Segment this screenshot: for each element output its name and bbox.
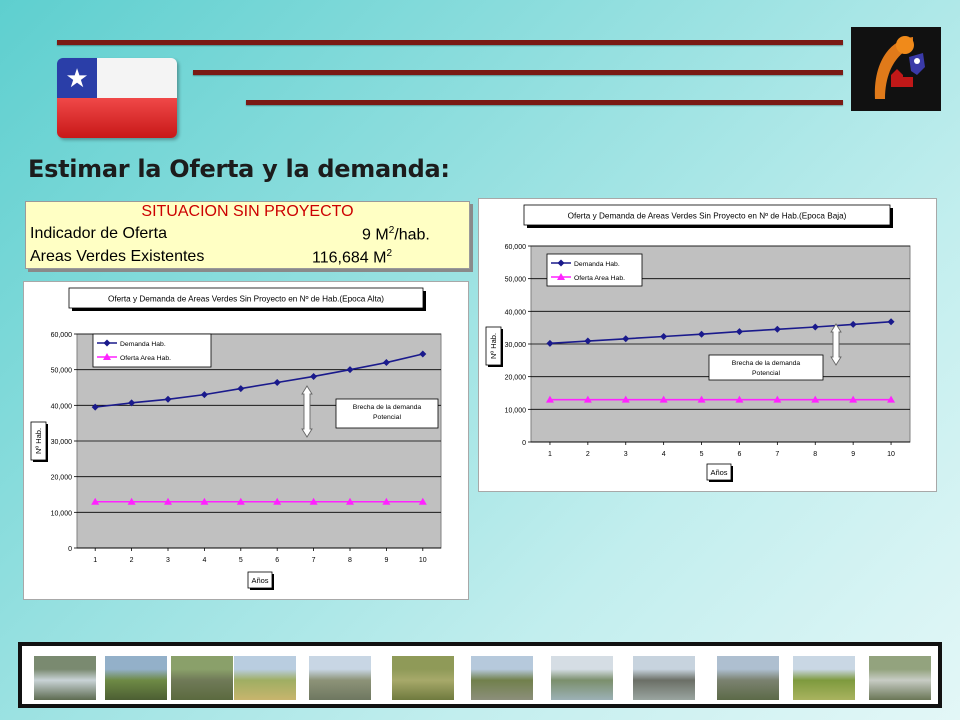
y-tick-label: 20,000	[505, 375, 527, 382]
x-tick-label: 9	[384, 557, 388, 564]
x-tick-label: 3	[166, 557, 170, 564]
legend-label: Oferta Area Hab.	[120, 355, 171, 362]
info-box-heading: SITUACION SIN PROYECTO	[141, 203, 354, 220]
header-bar-bottom	[246, 100, 843, 105]
info-row-value: 116,684 M2	[312, 248, 392, 267]
x-tick-label: 10	[887, 451, 895, 458]
y-tick-label: 50,000	[51, 368, 73, 375]
y-tick-label: 30,000	[51, 439, 73, 446]
legend-label: Demanda Hab.	[120, 341, 166, 348]
header-bar-middle	[193, 70, 843, 75]
chart-epoca-baja: 0 10,000 20,000 30,000 40,000 50,000 60,000 1 2 3…	[478, 198, 937, 492]
grass-photo-icon	[392, 656, 454, 700]
bridge-photo-icon	[633, 656, 695, 700]
y-tick-label: 50,000	[505, 277, 527, 284]
y-tick-label: 20,000	[51, 475, 73, 482]
x-tick-label: 5	[239, 557, 243, 564]
chile-flag-icon: ★	[57, 58, 177, 138]
chart-title: Oferta y Demanda de Areas Verdes Sin Pro…	[568, 212, 847, 221]
annotation-text: Potencial	[373, 414, 401, 421]
chart-title: Oferta y Demanda de Areas Verdes Sin Pro…	[108, 295, 384, 304]
header-bar-top	[57, 40, 843, 45]
chart-svg: 0 10,000 20,000 30,000 40,000 50,000 60,000 1 2 3…	[30, 287, 442, 590]
canal-photo-icon	[171, 656, 233, 700]
institution-logo-icon	[851, 27, 941, 111]
info-row-value: 9 M2/hab.	[362, 225, 430, 244]
chart-svg: 0 10,000 20,000 30,000 40,000 50,000 60,000 1 2 3…	[485, 204, 911, 482]
river-photo-icon	[34, 656, 96, 700]
legend-box	[92, 333, 212, 368]
x-tick-label: 2	[586, 451, 590, 458]
situacion-info-box: SITUACION SIN PROYECTO Indicador de Ofer…	[25, 201, 470, 269]
x-tick-label: 7	[775, 451, 779, 458]
legend-label: Demanda Hab.	[574, 261, 620, 268]
riverbank-photo-icon	[471, 656, 533, 700]
flag-star-icon: ★	[57, 58, 97, 98]
y-tick-label: 60,000	[51, 332, 73, 339]
y-tick-label: 10,000	[505, 407, 527, 414]
x-tick-label: 7	[312, 557, 316, 564]
slide-title: Estimar la Oferta y la demanda:	[28, 155, 450, 183]
y-axis-label: Nº Hab.	[34, 428, 43, 454]
x-tick-label: 10	[419, 557, 427, 564]
y-tick-label: 10,000	[51, 510, 73, 517]
y-tick-label: 40,000	[51, 403, 73, 410]
rocky-river-photo-icon	[869, 656, 931, 700]
trees-photo-icon	[105, 656, 167, 700]
x-tick-label: 4	[202, 557, 206, 564]
debris-photo-icon	[717, 656, 779, 700]
y-tick-label: 0	[68, 546, 72, 553]
x-tick-label: 5	[700, 451, 704, 458]
x-axis-label: Años	[710, 468, 727, 477]
y-tick-label: 0	[522, 440, 526, 447]
annotation-text: Brecha de la demanda	[353, 404, 422, 411]
x-tick-label: 8	[813, 451, 817, 458]
annotation-text: Brecha de la demanda	[732, 360, 801, 367]
chart-epoca-alta: 0 10,000 20,000 30,000 40,000 50,000 60,000 1 2 3…	[23, 281, 469, 600]
x-tick-label: 9	[851, 451, 855, 458]
annotation-text: Potencial	[752, 370, 780, 377]
x-tick-label: 6	[275, 557, 279, 564]
info-row-label: Areas Verdes Existentes	[30, 248, 205, 265]
y-tick-label: 30,000	[505, 342, 527, 349]
x-tick-label: 1	[93, 557, 97, 564]
x-axis-label: Años	[251, 576, 268, 585]
river-bend-photo-icon	[551, 656, 613, 700]
y-tick-label: 40,000	[505, 309, 527, 316]
legend-label: Oferta Area Hab.	[574, 275, 625, 282]
x-tick-label: 4	[662, 451, 666, 458]
x-tick-label: 6	[737, 451, 741, 458]
x-tick-label: 1	[548, 451, 552, 458]
info-row-label: Indicador de Oferta	[30, 225, 167, 242]
x-tick-label: 8	[348, 557, 352, 564]
x-tick-label: 3	[624, 451, 628, 458]
path-photo-icon	[234, 656, 296, 700]
y-tick-label: 60,000	[505, 244, 527, 251]
y-axis-label: Nº Hab.	[489, 333, 498, 359]
field-photo-icon	[309, 656, 371, 700]
x-tick-label: 2	[130, 557, 134, 564]
willow-photo-icon	[793, 656, 855, 700]
